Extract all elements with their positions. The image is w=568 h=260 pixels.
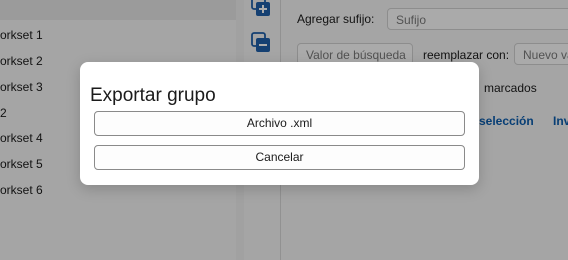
dialog-title: Exportar grupo xyxy=(90,85,216,106)
cancel-button[interactable]: Cancelar xyxy=(94,145,465,170)
xml-file-button[interactable]: Archivo .xml xyxy=(94,111,465,136)
export-group-dialog: Exportar grupo Archivo .xml Cancelar xyxy=(80,62,479,185)
